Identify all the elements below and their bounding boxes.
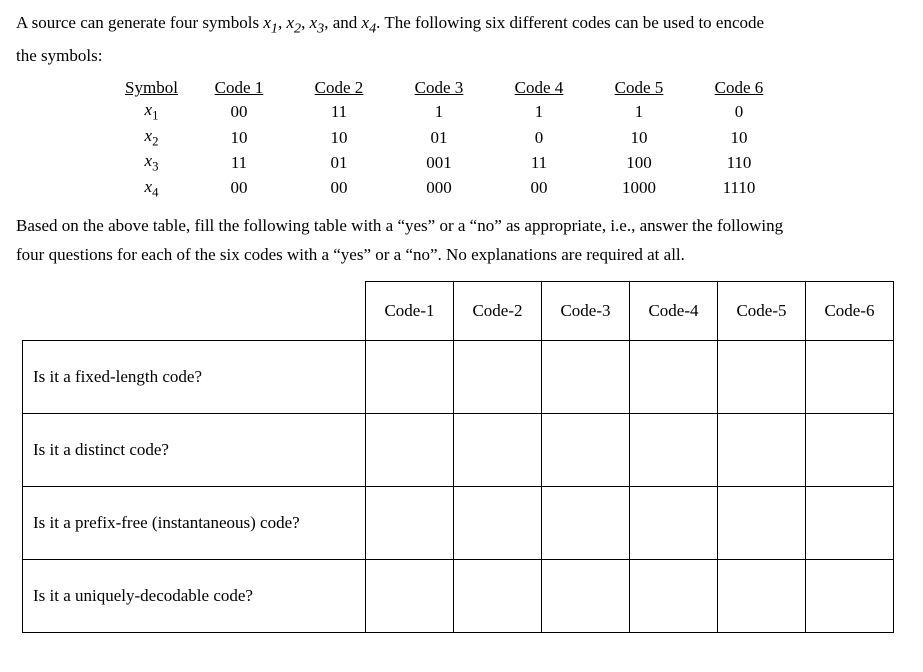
- cell: 100: [589, 150, 689, 175]
- answer-cell[interactable]: [806, 486, 894, 559]
- answer-cell[interactable]: [630, 413, 718, 486]
- answer-cell[interactable]: [630, 486, 718, 559]
- answer-cell[interactable]: [542, 559, 630, 632]
- cell: 00: [189, 99, 289, 124]
- question-distinct: Is it a distinct code?: [23, 413, 366, 486]
- answer-cell[interactable]: [806, 559, 894, 632]
- cell: 00: [289, 176, 389, 201]
- answer-cell[interactable]: [454, 340, 542, 413]
- ans-hdr-code4: Code-4: [630, 281, 718, 340]
- cell: 11: [189, 150, 289, 175]
- ans-hdr-code5: Code-5: [718, 281, 806, 340]
- hdr-symbol: Symbol: [114, 77, 189, 99]
- cell: 10: [189, 125, 289, 150]
- answer-row: Is it a uniquely-decodable code?: [23, 559, 894, 632]
- cell: 10: [289, 125, 389, 150]
- row-sym: x3: [114, 150, 189, 175]
- question-uniquely-decodable: Is it a uniquely-decodable code?: [23, 559, 366, 632]
- answer-cell[interactable]: [718, 340, 806, 413]
- codes-row: x1 00 11 1 1 1 0: [114, 99, 789, 124]
- answer-row: Is it a prefix-free (instantaneous) code…: [23, 486, 894, 559]
- row-sym: x1: [114, 99, 189, 124]
- problem-intro-line2: the symbols:: [16, 45, 907, 68]
- codes-row: x2 10 10 01 0 10 10: [114, 125, 789, 150]
- answer-cell[interactable]: [542, 486, 630, 559]
- answer-row: Is it a distinct code?: [23, 413, 894, 486]
- hdr-code5: Code 5: [589, 77, 689, 99]
- question-prefix-free: Is it a prefix-free (instantaneous) code…: [23, 486, 366, 559]
- answer-cell[interactable]: [718, 413, 806, 486]
- sym-x4: x4: [362, 13, 377, 32]
- intro-text: A source can generate four symbols: [16, 13, 263, 32]
- ans-hdr-code3: Code-3: [542, 281, 630, 340]
- answer-cell[interactable]: [366, 413, 454, 486]
- answer-cell[interactable]: [366, 559, 454, 632]
- hdr-code4: Code 4: [489, 77, 589, 99]
- cell: 10: [589, 125, 689, 150]
- cell: 1: [589, 99, 689, 124]
- cell: 01: [289, 150, 389, 175]
- answer-cell[interactable]: [542, 340, 630, 413]
- hdr-code2: Code 2: [289, 77, 389, 99]
- cell: 001: [389, 150, 489, 175]
- cell: 00: [489, 176, 589, 201]
- hdr-code1: Code 1: [189, 77, 289, 99]
- row-sym: x4: [114, 176, 189, 201]
- instructions-line1: Based on the above table, fill the follo…: [16, 215, 907, 238]
- answer-cell[interactable]: [806, 340, 894, 413]
- cell: 1110: [689, 176, 789, 201]
- cell: 10: [689, 125, 789, 150]
- codes-row: x4 00 00 000 00 1000 1110: [114, 176, 789, 201]
- ans-hdr-code6: Code-6: [806, 281, 894, 340]
- answer-row: Is it a fixed-length code?: [23, 340, 894, 413]
- cell: 1000: [589, 176, 689, 201]
- cell: 00: [189, 176, 289, 201]
- hdr-code6: Code 6: [689, 77, 789, 99]
- answer-cell[interactable]: [718, 559, 806, 632]
- hdr-code3: Code 3: [389, 77, 489, 99]
- answer-header-row: Code-1 Code-2 Code-3 Code-4 Code-5 Code-…: [23, 281, 894, 340]
- answer-cell[interactable]: [454, 486, 542, 559]
- answer-cell[interactable]: [366, 486, 454, 559]
- answer-cell[interactable]: [542, 413, 630, 486]
- row-sym: x2: [114, 125, 189, 150]
- cell: 0: [689, 99, 789, 124]
- answer-table: Code-1 Code-2 Code-3 Code-4 Code-5 Code-…: [22, 281, 894, 633]
- cell: 11: [289, 99, 389, 124]
- cell: 1: [489, 99, 589, 124]
- answer-cell[interactable]: [366, 340, 454, 413]
- ans-hdr-code1: Code-1: [366, 281, 454, 340]
- cell: 110: [689, 150, 789, 175]
- sym-x1: x1: [263, 13, 278, 32]
- cell: 000: [389, 176, 489, 201]
- sym-x2: x2: [287, 13, 302, 32]
- answer-cell[interactable]: [454, 413, 542, 486]
- cell: 1: [389, 99, 489, 124]
- answer-cell[interactable]: [806, 413, 894, 486]
- codes-row: x3 11 01 001 11 100 110: [114, 150, 789, 175]
- answer-cell[interactable]: [630, 559, 718, 632]
- codes-header-row: Symbol Code 1 Code 2 Code 3 Code 4 Code …: [114, 77, 789, 99]
- problem-intro-line1: A source can generate four symbols x1, x…: [16, 12, 907, 39]
- cell: 0: [489, 125, 589, 150]
- answer-cell[interactable]: [630, 340, 718, 413]
- cell: 01: [389, 125, 489, 150]
- cell: 11: [489, 150, 589, 175]
- blank-corner: [23, 281, 366, 340]
- sym-x3: x3: [310, 13, 325, 32]
- answer-cell[interactable]: [454, 559, 542, 632]
- codes-table: Symbol Code 1 Code 2 Code 3 Code 4 Code …: [114, 77, 789, 201]
- ans-hdr-code2: Code-2: [454, 281, 542, 340]
- instructions-line2: four questions for each of the six codes…: [16, 244, 907, 267]
- question-fixed-length: Is it a fixed-length code?: [23, 340, 366, 413]
- answer-cell[interactable]: [718, 486, 806, 559]
